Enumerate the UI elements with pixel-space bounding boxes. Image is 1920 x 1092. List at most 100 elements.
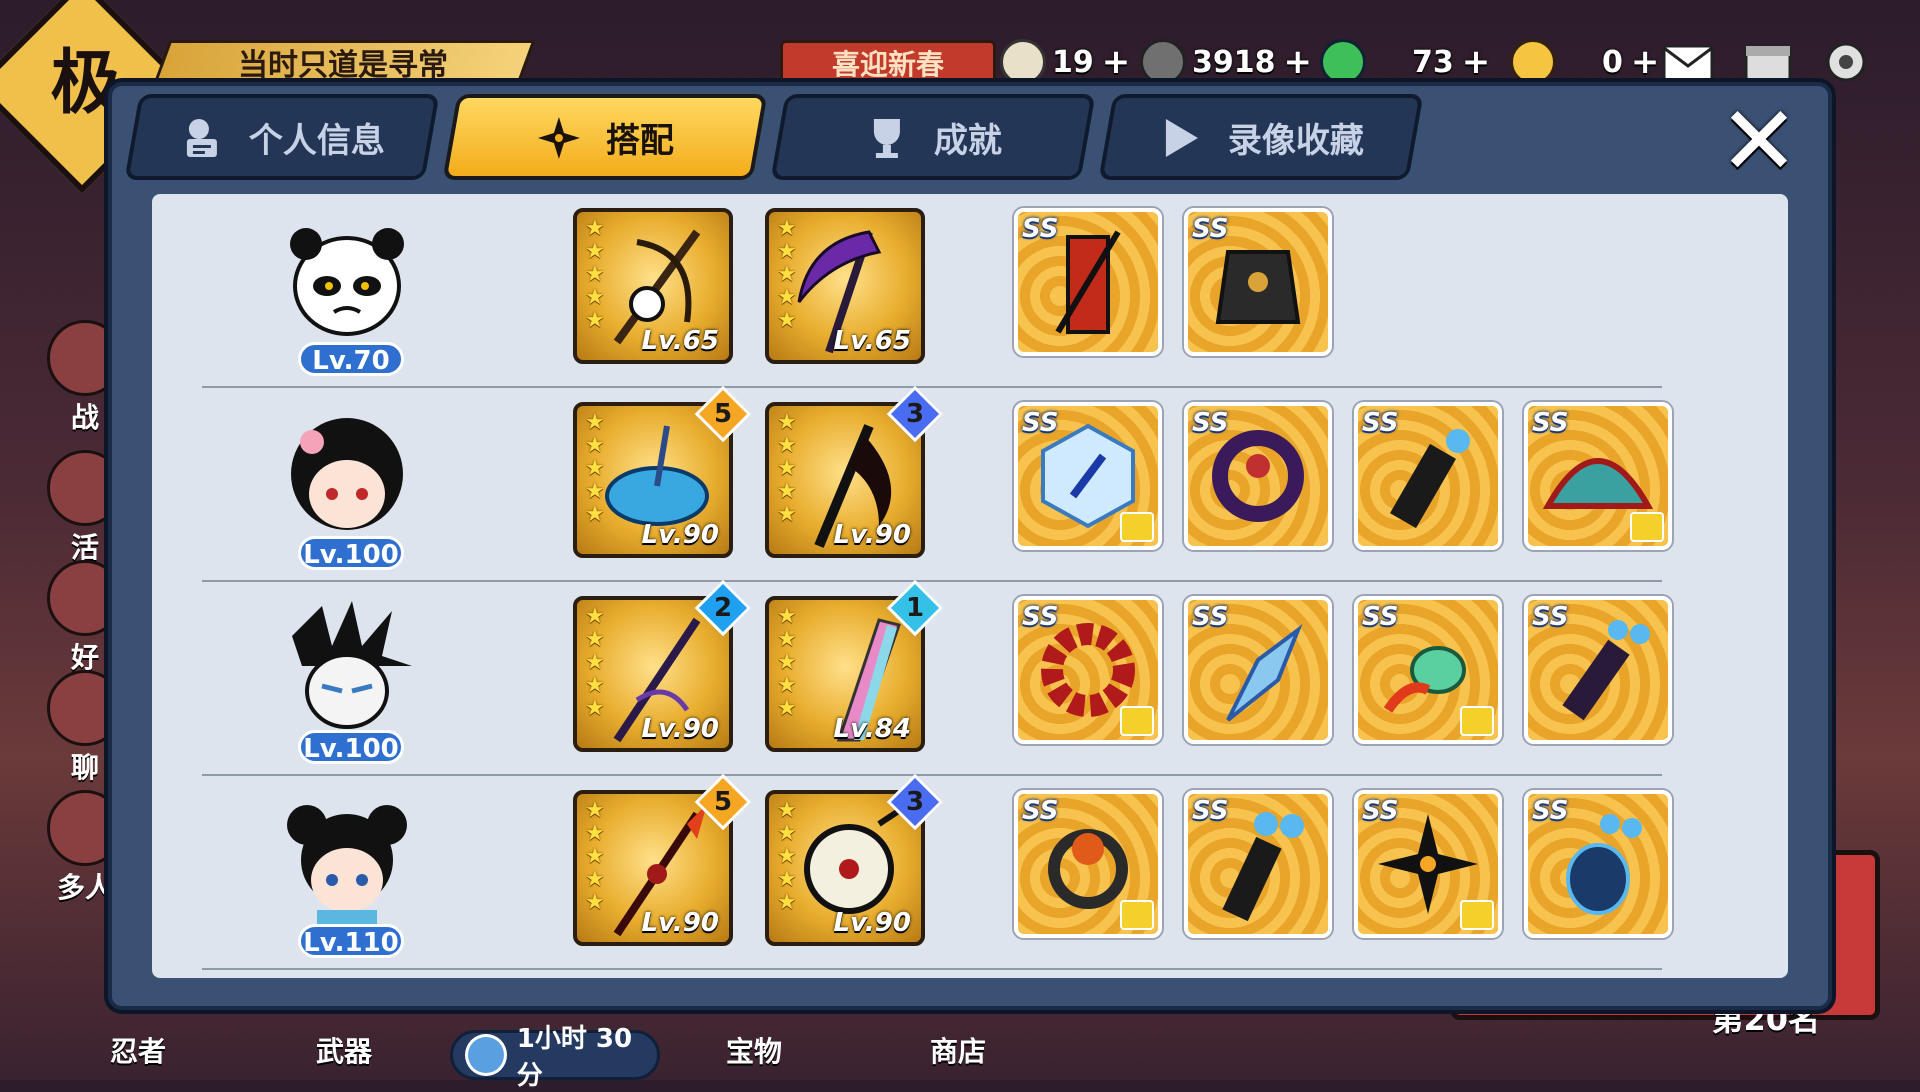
resource-coin[interactable]: 3918 + (1140, 39, 1313, 85)
refine-rank-value: 3 (905, 787, 925, 817)
loadout-row: Lv.70 ★ ★ ★ ★ ★ Lv.65 ★ ★ ★ ★ ★ Lv.65 SS SS (152, 194, 1788, 388)
tab-replay-collection-label: 录像收藏 (1228, 120, 1364, 161)
treasure-slot[interactable]: SS (1014, 790, 1162, 938)
tab-loadout[interactable]: 搭配 (442, 94, 768, 180)
resource-green-gem-value: 73 (1412, 44, 1454, 80)
ninja-avatar-bun-hair-girl[interactable] (272, 790, 422, 940)
star-rating: ★ ★ ★ ★ ★ (777, 216, 797, 333)
refine-rank-value: 5 (713, 787, 733, 817)
tab-personal-info[interactable]: 个人信息 (124, 94, 440, 180)
bottom-menu-weapon[interactable]: 武器 (316, 1030, 372, 1070)
add-bun-button[interactable]: + (1102, 42, 1131, 82)
close-button[interactable]: ✕ (1714, 93, 1804, 189)
trophy-icon (874, 118, 900, 157)
weapon-slot[interactable]: ★ ★ ★ ★ ★ Lv.90 5 (573, 773, 752, 946)
weapon-level: Lv.90 (641, 908, 719, 938)
tab-replay-collection[interactable]: 录像收藏 (1098, 94, 1424, 180)
weapon-level: Lv.65 (833, 326, 911, 356)
shirt-icon (1630, 512, 1664, 542)
treasure-grade: SS (1532, 408, 1569, 438)
resource-green-gem[interactable]: 73 + (1320, 39, 1491, 85)
row-divider (202, 968, 1662, 970)
ninja-avatar-black-hair-girl[interactable] (272, 402, 422, 552)
treasure-slot[interactable]: SS (1184, 208, 1332, 356)
treasure-grade: SS (1022, 214, 1059, 244)
treasure-grade: SS (1362, 796, 1399, 826)
side-menu-battle-label: 战 (70, 401, 99, 434)
profile-icon (187, 118, 217, 156)
treasure-slot[interactable]: SS (1184, 596, 1332, 744)
weapon-slot[interactable]: ★ ★ ★ ★ ★ Lv.90 5 (573, 385, 752, 558)
ninja-avatar-panda[interactable] (272, 208, 422, 358)
treasure-grade: SS (1532, 602, 1569, 632)
shirt-icon (1460, 706, 1494, 736)
star-rating: ★ ★ ★ ★ ★ (585, 410, 605, 527)
bun-icon (1000, 39, 1046, 85)
weapon-level: Lv.90 (833, 520, 911, 550)
treasure-slot[interactable]: SS (1354, 402, 1502, 550)
clock-icon (465, 1034, 507, 1076)
ninja-level-badge: Lv.110 (298, 924, 404, 958)
add-coin-button[interactable]: + (1284, 42, 1313, 82)
loadout-row: Lv.100 ★ ★ ★ ★ ★ Lv.90 5 ★ ★ ★ ★ ★ Lv.90 3 SS SS (152, 385, 1788, 582)
ninja-level-badge: Lv.100 (298, 730, 404, 764)
treasure-grade: SS (1532, 796, 1569, 826)
tab-achievements[interactable]: 成就 (770, 94, 1096, 180)
weapon-level: Lv.90 (641, 714, 719, 744)
treasure-slot[interactable]: SS (1184, 790, 1332, 938)
weapon-slot[interactable]: ★ ★ ★ ★ ★ Lv.65 (765, 208, 925, 364)
shirt-icon (1460, 900, 1494, 930)
gear-icon[interactable] (1818, 34, 1874, 90)
resource-bun-value: 19 (1052, 44, 1094, 80)
refine-rank-value: 5 (713, 399, 733, 429)
ninja-level-badge: Lv.100 (298, 536, 404, 570)
treasure-grade: SS (1192, 796, 1229, 826)
bottom-menu-treasure[interactable]: 宝物 (726, 1030, 782, 1070)
weapon-slot[interactable]: ★ ★ ★ ★ ★ Lv.90 3 (765, 385, 944, 558)
shirt-icon (1120, 706, 1154, 736)
shirt-icon (1120, 512, 1154, 542)
weapon-slot[interactable]: ★ ★ ★ ★ ★ Lv.65 (573, 208, 733, 364)
treasure-slot[interactable]: SS (1014, 402, 1162, 550)
treasure-slot[interactable]: SS (1524, 596, 1672, 744)
treasure-slot[interactable]: SS (1014, 208, 1162, 356)
weapon-level: Lv.84 (833, 714, 911, 744)
loadout-list: Lv.70 ★ ★ ★ ★ ★ Lv.65 ★ ★ ★ ★ ★ Lv.65 SS SS (152, 194, 1788, 978)
refine-rank-value: 2 (713, 593, 733, 623)
weapon-level: Lv.65 (641, 326, 719, 356)
weapon-level: Lv.90 (833, 908, 911, 938)
treasure-slot[interactable]: SS (1354, 790, 1502, 938)
add-gold-key-button[interactable]: + (1631, 42, 1660, 82)
treasure-grade: SS (1192, 214, 1229, 244)
add-green-gem-button[interactable]: + (1462, 42, 1491, 82)
treasure-slot[interactable]: SS (1184, 402, 1332, 550)
treasure-slot[interactable]: SS (1524, 402, 1672, 550)
star-rating: ★ ★ ★ ★ ★ (777, 604, 797, 721)
event-timer-text: 1小时 30分 (516, 1024, 633, 1091)
tab-achievements-label: 成就 (934, 120, 1002, 161)
weapon-slot[interactable]: ★ ★ ★ ★ ★ Lv.90 3 (765, 773, 944, 946)
resource-bun[interactable]: 19 + (1000, 39, 1131, 85)
side-menu-chat-label: 聊 (70, 751, 99, 784)
event-timer: 1小时 30分 (450, 1024, 660, 1091)
treasure-slot[interactable]: SS (1014, 596, 1162, 744)
shuriken-icon (538, 116, 580, 158)
star-rating: ★ ★ ★ ★ ★ (585, 216, 605, 333)
ninja-avatar-spiky-masked[interactable] (272, 596, 422, 746)
treasure-slot[interactable]: SS (1354, 596, 1502, 744)
refine-rank-value: 3 (905, 399, 925, 429)
weapon-slot[interactable]: ★ ★ ★ ★ ★ Lv.90 2 (573, 579, 752, 752)
star-rating: ★ ★ ★ ★ ★ (585, 798, 605, 915)
ninja-level-badge: Lv.70 (298, 342, 404, 376)
bottom-menu-shop[interactable]: 商店 (930, 1030, 986, 1070)
resource-coin-value: 3918 (1192, 44, 1276, 80)
treasure-slot[interactable]: SS (1524, 790, 1672, 938)
bottom-menu-ninja[interactable]: 忍者 (110, 1030, 166, 1070)
weapon-slot[interactable]: ★ ★ ★ ★ ★ Lv.84 1 (765, 579, 944, 752)
treasure-grade: SS (1022, 408, 1059, 438)
coin-icon (1140, 39, 1186, 85)
shirt-icon (1120, 900, 1154, 930)
resource-gold-key[interactable]: 0 + (1510, 39, 1660, 85)
treasure-grade: SS (1362, 602, 1399, 632)
side-menu-multiplayer-label: 多人 (56, 871, 113, 904)
